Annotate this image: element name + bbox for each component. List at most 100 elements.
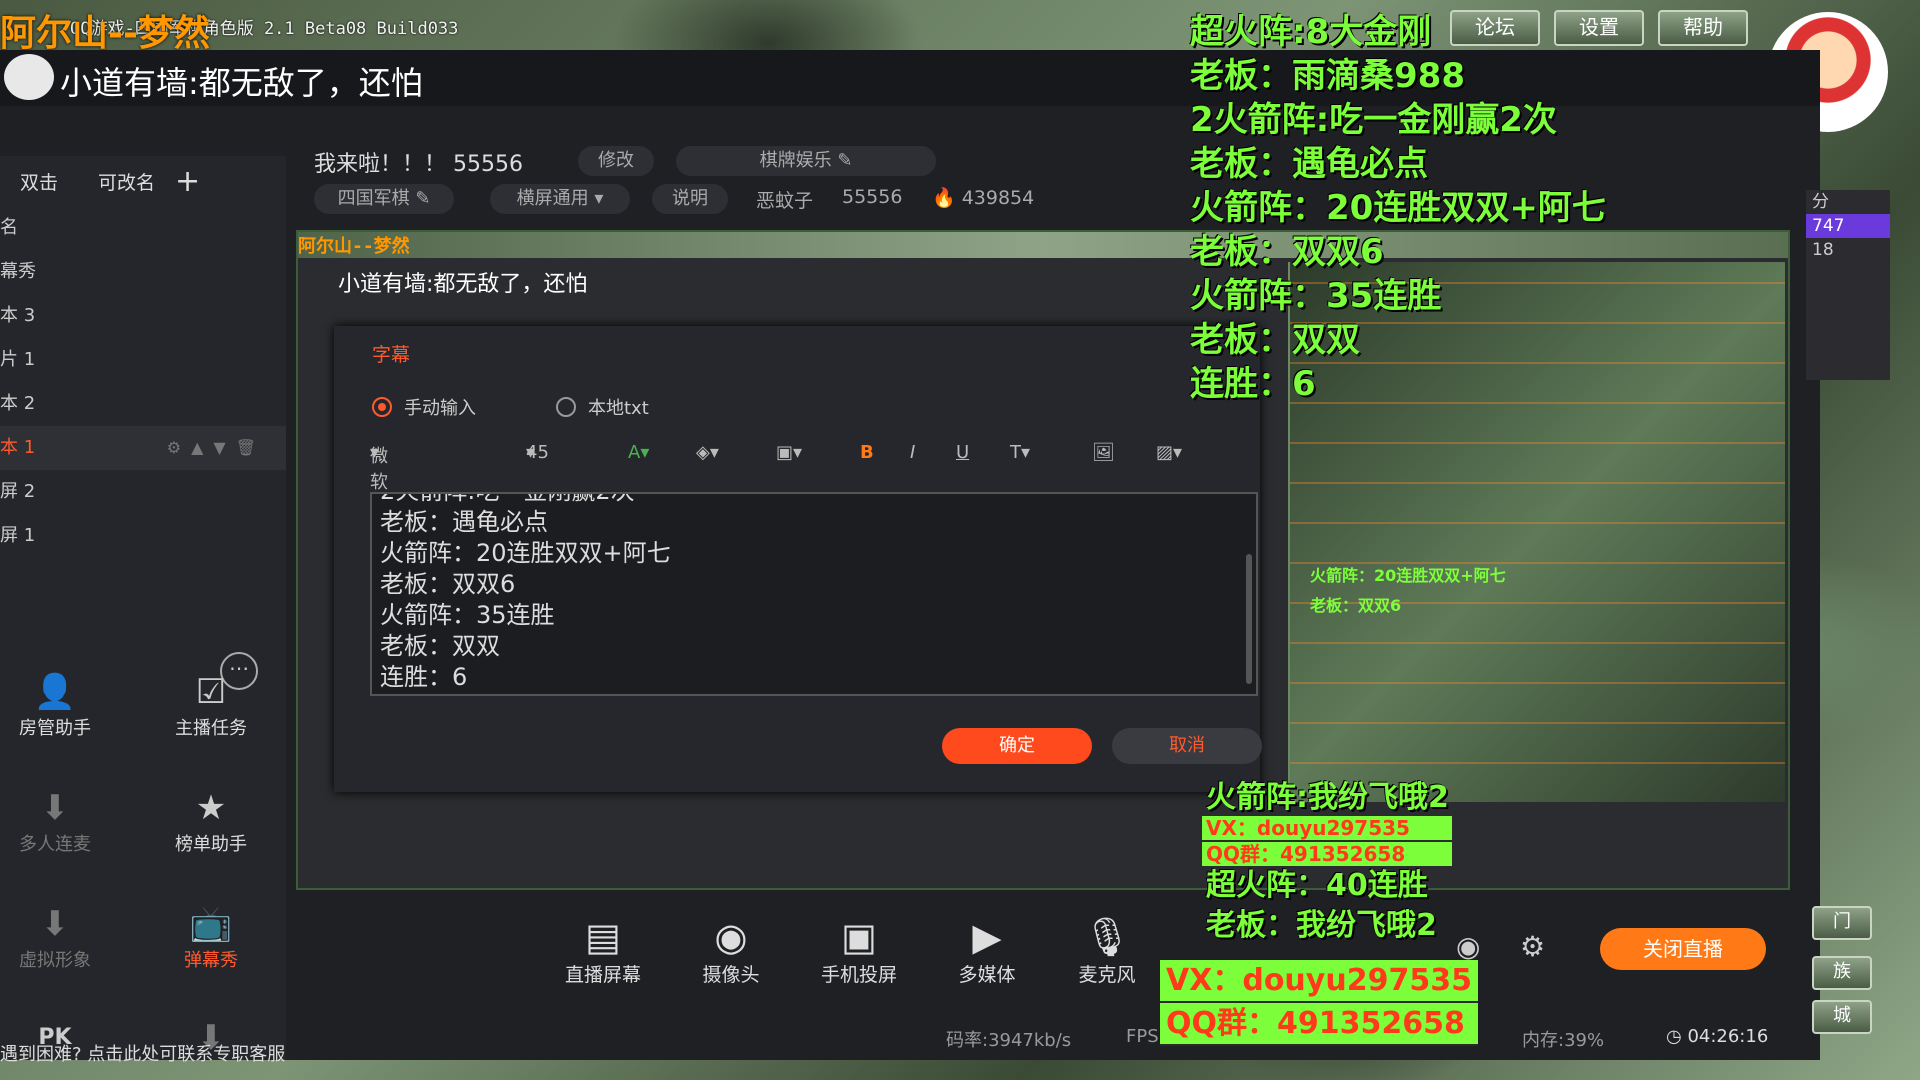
dialog-title: 字幕 xyxy=(372,344,411,366)
layout-select[interactable]: 横屏通用 ▾ xyxy=(490,184,630,214)
side-button[interactable]: 门 xyxy=(1812,906,1872,940)
settings-icon[interactable]: ⚙ xyxy=(1520,930,1545,963)
overlay-line: 连胜：6 xyxy=(1190,364,1316,404)
ticker-text: 小道有墙:都无敌了，还怕 xyxy=(60,64,423,102)
room-admin-icon: 👤 xyxy=(33,672,77,712)
explain-button[interactable]: 说明 xyxy=(652,184,728,214)
edit-title-button[interactable]: 修改 xyxy=(578,146,654,176)
outline-icon[interactable]: ▣▾ xyxy=(776,442,802,463)
textarea-scrollbar[interactable] xyxy=(1246,554,1252,684)
overlay-line: 老板：双双 xyxy=(1190,320,1360,360)
format-toolbar: 微软雅黑 ▾ 45 ▾ A▾ ◈▾ ▣▾ B I U T▾ 🖼 ▨▾ xyxy=(370,442,1250,545)
add-scene-icon[interactable]: + xyxy=(175,164,200,199)
radio-manual-input[interactable]: 手动输入 xyxy=(372,394,476,420)
overlay-line: 老板：遇龟必点 xyxy=(1190,144,1428,184)
danmaku-show-tool[interactable]: 📺 弹幕秀 xyxy=(156,902,266,972)
download-icon: ⬇ xyxy=(40,904,70,944)
scene-item[interactable]: 片 1 xyxy=(0,338,286,382)
bold-icon[interactable]: B xyxy=(860,442,874,463)
radio-local-txt[interactable]: 本地txt xyxy=(556,394,649,420)
fill-color-icon[interactable]: ◈▾ xyxy=(696,442,719,463)
screen-capture-button[interactable]: ▤ 直播屏幕 xyxy=(548,914,658,987)
avatar-tool[interactable]: ⬇ 虚拟形象 xyxy=(0,902,110,972)
overlay-bottom-line: 火箭阵:我纷飞哦2 xyxy=(1206,780,1449,815)
scene-item-ops-icons[interactable]: ⚙▲▼🗑 xyxy=(167,426,266,470)
text-style-icon[interactable]: T▾ xyxy=(1010,442,1030,463)
ok-button[interactable]: 确定 xyxy=(942,728,1092,764)
live-timer: ◷ 04:26:16 xyxy=(1666,1026,1769,1047)
heat-value: 🔥 439854 xyxy=(932,187,1035,209)
sidebar: 双击 可改名 + 名 幕秀 本 3 片 1 本 2 本 1 ⚙▲▼🗑 屏 2 屏… xyxy=(0,156,286,1060)
game-title-bar: QQ游戏-四国军棋角色版 2.1 Beta08 Build033 阿尔山--梦然… xyxy=(0,0,1920,54)
star-icon: ★ xyxy=(195,788,227,828)
overlay-line: 老板：雨滴桑988 xyxy=(1190,56,1465,96)
overlay-line: 老板：双双6 xyxy=(1190,232,1384,272)
overlay-line: 超火阵:8大金刚 xyxy=(1190,12,1432,52)
scene-item[interactable]: 本 3 xyxy=(0,294,286,338)
overlay-bottom-line: 超火阵：40连胜 xyxy=(1206,868,1428,903)
qq-group: QQ群：491352658 xyxy=(1160,1003,1478,1044)
background-icon[interactable]: ▨▾ xyxy=(1156,442,1182,463)
sidebar-header: 双击 可改名 + xyxy=(0,156,286,206)
media-button[interactable]: ▶ 多媒体 xyxy=(932,914,1042,987)
side-button[interactable]: 族 xyxy=(1812,956,1872,990)
scene-item-active[interactable]: 本 1 ⚙▲▼🗑 xyxy=(0,426,286,470)
font-size-select[interactable]: 45 ▾ xyxy=(526,442,549,463)
monitor-icon: ▤ xyxy=(585,915,621,959)
eye-icon[interactable]: ◉ xyxy=(1456,930,1480,963)
cancel-button[interactable]: 取消 xyxy=(1112,728,1262,764)
overlay-line: 2火箭阵:吃一金刚赢2次 xyxy=(1190,100,1557,140)
scene-item[interactable]: 屏 1 xyxy=(0,514,286,558)
overlay-line: 火箭阵：20连胜双双+阿七 xyxy=(1190,188,1606,228)
microphone-button[interactable]: 🎙 麦克风 xyxy=(1052,914,1162,987)
underline-icon[interactable]: U xyxy=(956,442,969,463)
settings-button[interactable]: 设置 xyxy=(1554,10,1644,46)
memory-text: 内存:39% xyxy=(1522,1030,1605,1051)
subtitle-dialog: 字幕 手动输入 本地txt 微软雅黑 ▾ 45 ▾ A▾ ◈▾ ▣▾ B I U… xyxy=(334,326,1262,792)
logo-icon xyxy=(4,54,54,100)
phone-cast-button[interactable]: ▣ 手机投屏 xyxy=(804,914,914,987)
sidebar-hint-doubleclick: 双击 xyxy=(20,171,59,194)
scene-item-label: 本 1 xyxy=(0,437,36,458)
camera-icon: ◉ xyxy=(714,915,748,959)
category-select[interactable]: 棋牌娱乐 ✎ xyxy=(676,146,936,176)
download-icon: ⬇ xyxy=(40,788,70,828)
microphone-icon: 🎙 xyxy=(1082,915,1132,959)
font-color-icon[interactable]: A▾ xyxy=(628,442,649,463)
multi-mic-tool[interactable]: ⬇ 多人连麦 xyxy=(0,786,110,856)
room-admin-tool[interactable]: 👤 房管助手 xyxy=(0,670,110,740)
scene-item[interactable]: 屏 2 xyxy=(0,470,286,514)
scene-item[interactable]: 幕秀 xyxy=(0,250,286,294)
tag-select[interactable]: 四国军棋 ✎ xyxy=(314,184,454,214)
support-link[interactable]: 遇到困难? 点击此处可联系专职客服 xyxy=(0,1040,285,1066)
overlay-contact-box: VX：douyu297535 QQ群：491352658 xyxy=(1160,960,1478,1046)
help-button[interactable]: 帮助 xyxy=(1658,10,1748,46)
image-icon[interactable]: 🖼 xyxy=(1092,442,1115,463)
font-select[interactable]: 微软雅黑 ▾ xyxy=(370,442,388,545)
vx-contact: VX：douyu297535 xyxy=(1160,960,1478,1001)
end-live-button[interactable]: 关闭直播 xyxy=(1600,928,1766,970)
italic-icon[interactable]: I xyxy=(910,442,915,463)
subtitle-textarea[interactable]: 2火箭阵:吃一金刚赢2次 老板：遇龟必点 火箭阵：20连胜双双+阿七 老板：双双… xyxy=(370,492,1258,696)
scene-item[interactable]: 名 xyxy=(0,206,286,250)
scene-item[interactable]: 本 2 xyxy=(0,382,286,426)
recursive-preview: 火箭阵：20连胜双双+阿七 老板：双双6 xyxy=(1288,262,1785,802)
media-icon: ▶ xyxy=(972,915,1002,959)
preview-ticker: 小道有墙:都无敌了，还怕 xyxy=(338,272,588,297)
game-title: 阿尔山--梦然 xyxy=(0,13,210,54)
phone-icon: ▣ xyxy=(841,915,877,959)
overlay-bottom-line: 老板：我纷飞哦2 xyxy=(1206,908,1437,943)
anchor-task-tool[interactable]: ☑ 主播任务 xyxy=(156,670,266,740)
preview-game-bar: 阿尔山--梦然 xyxy=(298,232,1788,258)
forum-button[interactable]: 论坛 xyxy=(1450,10,1540,46)
owner-name: 恶蚊子 xyxy=(756,190,814,212)
rank-helper-tool[interactable]: ★ 榜单助手 xyxy=(156,786,266,856)
room-title: 我来啦！！！ 55556 xyxy=(314,152,523,177)
fps-text: FPS xyxy=(1126,1026,1159,1047)
overlay-line: 火箭阵：35连胜 xyxy=(1190,276,1442,316)
camera-button[interactable]: ◉ 摄像头 xyxy=(676,914,786,987)
side-button[interactable]: 城 xyxy=(1812,1000,1872,1034)
game-right-panel: 分 747 18 xyxy=(1806,190,1890,380)
owner-id: 55556 xyxy=(842,186,903,208)
bitrate-text: 码率:3947kb/s xyxy=(946,1030,1072,1051)
